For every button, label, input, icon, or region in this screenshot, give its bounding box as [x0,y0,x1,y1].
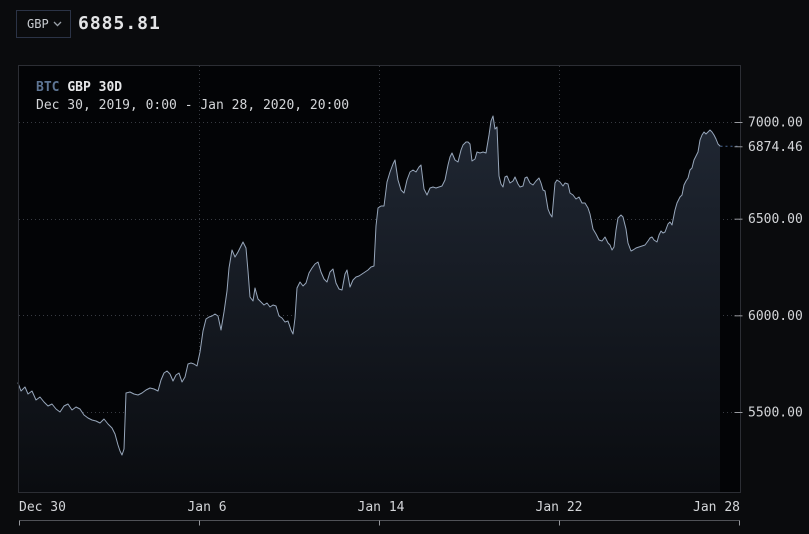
y-tick-label: 6500.00 [748,212,803,227]
price-chart: 7000.00 6500.00 6000.00 5500.00 6874.46 Dec 3… [0,0,809,534]
x-tick-label: Jan 28 [693,500,740,515]
y-tick-label: 6874.46 [748,140,803,155]
chart-title-pair-period: GBP 30D [67,80,122,95]
y-tick-label: 5500.00 [748,406,803,421]
x-tick-label: Dec 30 [19,500,66,515]
chart-title-symbol: BTC [36,80,59,95]
x-tick-label: Jan 6 [187,500,226,515]
chart-date-range: Dec 30, 2019, 0:00 - Jan 28, 2020, 20:00 [36,99,349,113]
x-tick-label: Jan 22 [536,500,583,515]
y-tick-label: 7000.00 [748,116,803,131]
y-tick-label: 6000.00 [748,309,803,324]
x-tick-label: Jan 14 [358,500,405,515]
chart-title: BTC GBP 30D [36,81,122,95]
